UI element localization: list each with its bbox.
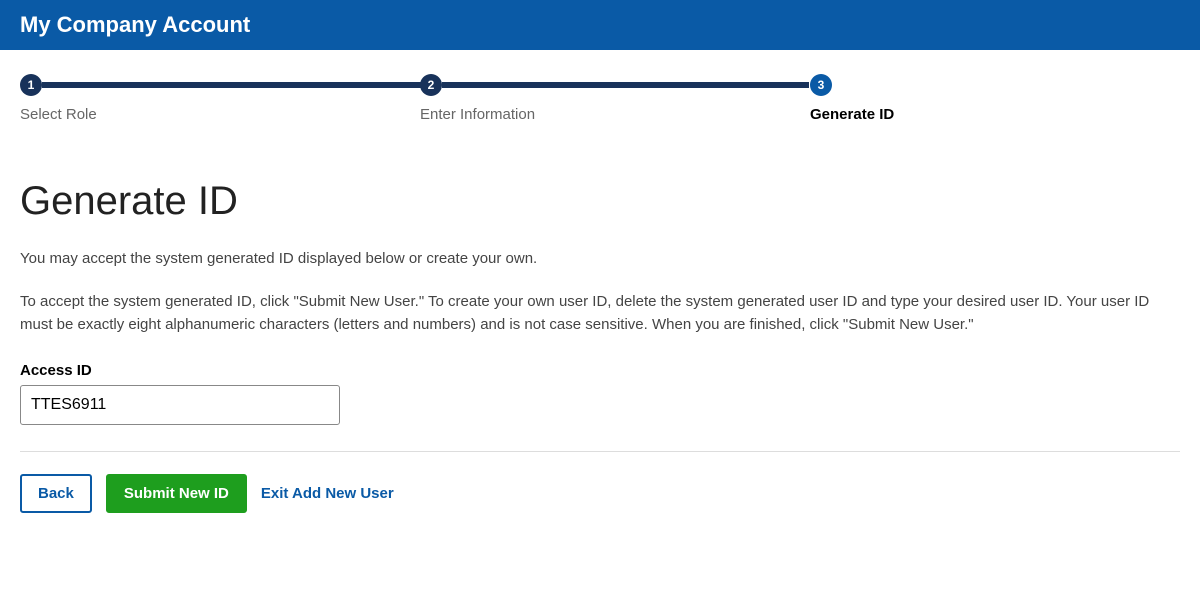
page-title: Generate ID bbox=[20, 179, 1180, 224]
action-row: Back Submit New ID Exit Add New User bbox=[20, 474, 1180, 513]
exit-add-new-user-link[interactable]: Exit Add New User bbox=[261, 485, 394, 502]
step-dot-2: 2 bbox=[420, 74, 442, 96]
section-divider bbox=[20, 451, 1180, 452]
back-button[interactable]: Back bbox=[20, 474, 92, 513]
step-num-3: 3 bbox=[818, 78, 825, 92]
step-connector-1 bbox=[42, 82, 429, 88]
intro-text: You may accept the system generated ID d… bbox=[20, 248, 1180, 269]
step-label-1: Select Role bbox=[20, 106, 97, 123]
step-num-1: 1 bbox=[28, 78, 35, 92]
step-label-3: Generate ID bbox=[810, 106, 894, 123]
access-id-label: Access ID bbox=[20, 362, 1180, 379]
access-id-input[interactable] bbox=[20, 385, 340, 425]
step-label-2: Enter Information bbox=[420, 106, 535, 123]
step-connector-2 bbox=[442, 82, 809, 88]
step-dot-3: 3 bbox=[810, 74, 832, 96]
progress-stepper: 1 2 3 Select Role Enter Information Gene… bbox=[20, 74, 1180, 139]
app-title: My Company Account bbox=[20, 12, 250, 37]
submit-new-id-button[interactable]: Submit New ID bbox=[106, 474, 247, 513]
details-text: To accept the system generated ID, click… bbox=[20, 291, 1180, 336]
step-dot-1: 1 bbox=[20, 74, 42, 96]
step-num-2: 2 bbox=[428, 78, 435, 92]
app-header: My Company Account bbox=[0, 0, 1200, 50]
main-content: 1 2 3 Select Role Enter Information Gene… bbox=[0, 50, 1200, 513]
